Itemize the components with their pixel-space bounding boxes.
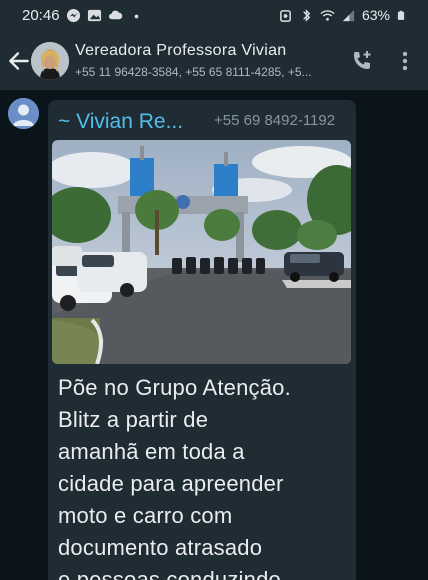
- message-text[interactable]: Põe no Grupo Atenção. Blitz a partir de …: [58, 372, 348, 580]
- group-avatar[interactable]: [31, 42, 69, 80]
- gallery-icon: [87, 9, 102, 22]
- messenger-icon: [66, 8, 81, 23]
- photo-image: [52, 140, 351, 364]
- status-notification-icons: [66, 8, 144, 23]
- message-text-line: Põe no Grupo Atenção.: [58, 375, 291, 400]
- chat-header: Vereadora Professora Vivian +55 11 96428…: [0, 34, 428, 90]
- bluetooth-icon: [303, 8, 311, 22]
- status-time: 20:46: [22, 7, 60, 24]
- sender-name[interactable]: ~ Vivian Re...: [58, 110, 183, 134]
- message-text-line: cidade para apreender: [58, 471, 284, 496]
- back-arrow-icon[interactable]: [6, 48, 32, 74]
- more-options-icon[interactable]: [396, 49, 414, 73]
- chat-participants[interactable]: +55 11 96428-3584, +55 65 8111-4285, +5.…: [75, 65, 337, 79]
- dot-icon: [134, 14, 139, 19]
- message-text-line: documento atrasado: [58, 535, 263, 560]
- message-text-line: moto e carro com: [58, 503, 233, 528]
- status-system-icons: 63%: [278, 7, 406, 23]
- group-avatar-image: [31, 42, 69, 80]
- sender-phone: +55 69 8492-1192: [214, 112, 336, 129]
- wifi-icon: [320, 9, 335, 21]
- message-text-line: amanhã em toda a: [58, 439, 245, 464]
- message-photo[interactable]: [52, 140, 351, 364]
- message-text-line: Blitz a partir de: [58, 407, 209, 432]
- default-user-icon: [8, 98, 39, 129]
- alarm-icon: [280, 9, 291, 22]
- add-call-icon[interactable]: [350, 49, 374, 73]
- cloud-icon: [108, 10, 123, 20]
- battery-icon: [397, 10, 405, 20]
- status-bar: 20:46 63%: [0, 0, 428, 34]
- signal-icon: [342, 9, 355, 21]
- message-text-line: e pessoas conduzindo: [58, 567, 281, 580]
- sender-avatar[interactable]: [8, 98, 39, 129]
- battery-percent: 63%: [361, 7, 390, 23]
- chat-title[interactable]: Vereadora Professora Vivian: [75, 42, 286, 60]
